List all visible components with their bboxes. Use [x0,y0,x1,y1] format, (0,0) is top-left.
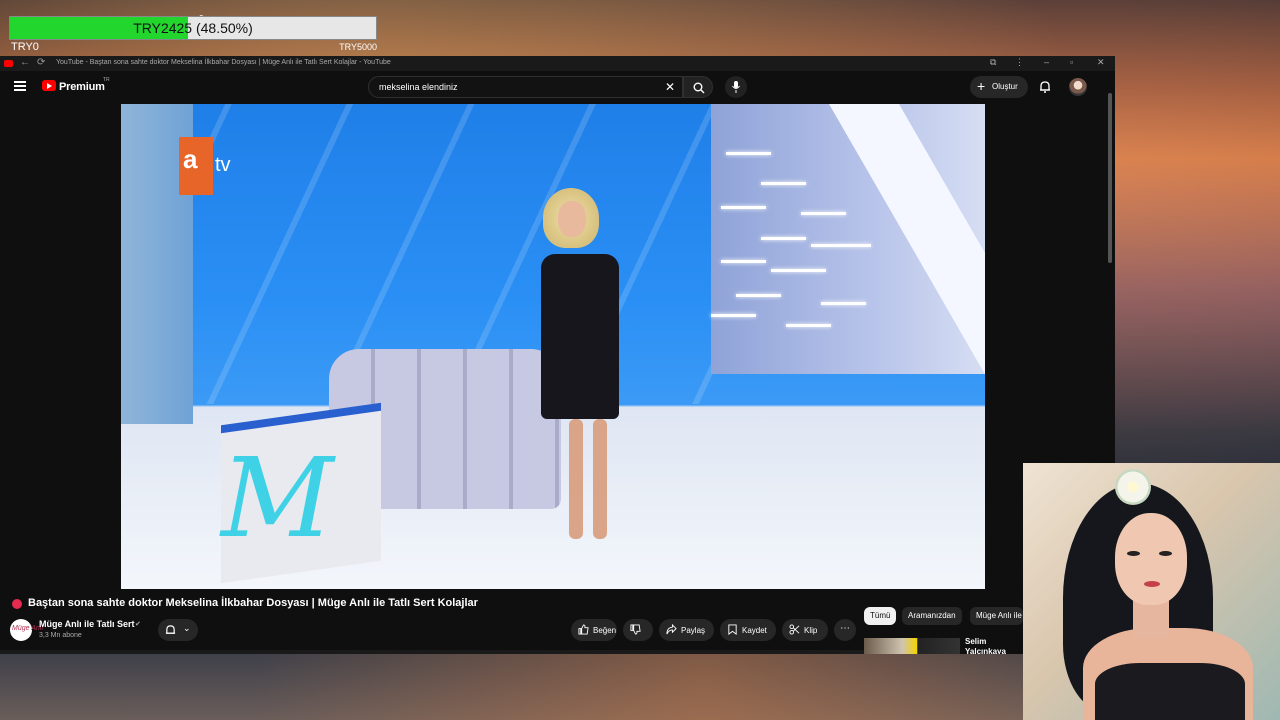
desk-logo-letter: M [221,434,334,562]
thumbs-up-icon [578,624,589,635]
presenter-face [558,201,586,237]
trophy-shelf [761,182,806,185]
clip-label: Klip [804,626,818,635]
scissors-icon [789,624,800,635]
recommended-video-thumbnail[interactable] [864,638,960,654]
search-button[interactable] [683,76,713,98]
donation-min-label: TRY0 [11,41,39,53]
bell-icon[interactable] [1039,80,1051,93]
browser-tab-title: YouTube - Baştan sona sahte doktor Mekse… [56,59,391,66]
atv-logo-tv: tv [215,154,231,176]
chevron-down-icon: ⌄ [183,623,191,633]
live-indicator-icon [12,599,22,609]
video-title: Baştan sona sahte doktor Mekselina İlkba… [28,597,478,609]
thumbs-down-icon [630,624,641,635]
mic-icon [732,81,740,93]
portrait-eye [1127,551,1140,556]
portrait-lips [1144,581,1160,587]
account-avatar[interactable] [1069,78,1087,96]
maximize-icon[interactable]: ▫ [1070,57,1073,67]
trophy-shelf [726,152,771,155]
search-input[interactable]: mekselina elendiniz [379,82,458,92]
dislike-button[interactable] [623,619,653,641]
portrait-overlay [1023,463,1280,720]
logo-text[interactable]: Premium [59,81,105,93]
share-icon [666,624,677,635]
verified-check-icon: ✔ [135,621,141,628]
close-icon[interactable]: ✕ [1097,57,1105,68]
trophy-shelf [721,260,766,263]
subscribed-notifications-button[interactable]: ⌄ [158,619,198,641]
share-button[interactable]: Paylaş [659,619,714,641]
search-box[interactable]: mekselina elendiniz ✕ [368,76,683,98]
voice-search-button[interactable] [725,76,747,98]
portrait-eye [1159,551,1172,556]
donation-amount: TRY2425 (48.50%) [133,20,253,36]
portrait-face [1115,513,1187,605]
video-player[interactable]: a tv M [121,104,985,589]
trophy-shelf [761,237,806,240]
minimize-icon[interactable]: – [1044,57,1049,67]
region-code: TR [103,77,110,83]
clip-button[interactable]: Klip [782,619,828,641]
trophy-shelf [711,314,756,317]
youtube-header: Premium TR mekselina elendiniz ✕ + Oluşt… [0,71,1115,104]
presenter-leg [593,419,607,539]
back-icon[interactable]: ← [20,57,30,68]
chip-from-search[interactable]: Aramanızdan [902,607,962,625]
trophy-shelf [771,269,826,272]
plus-icon: + [977,78,986,94]
like-button[interactable]: Beğen [571,619,617,641]
browser-menu-icon[interactable]: ⋮ [1015,57,1024,68]
create-button[interactable]: + Oluştur [970,76,1028,98]
save-label: Kaydet [742,626,767,635]
browser-window: ← ⟳ YouTube - Baştan sona sahte doktor M… [0,56,1115,654]
share-label: Paylaş [681,626,706,635]
clear-icon[interactable]: ✕ [665,80,675,94]
create-label: Oluştur [992,82,1018,91]
bell-icon [165,625,176,634]
page-bottom-edge [0,650,864,654]
donation-progress-track: TRY2425 (48.50%) [9,16,377,40]
extensions-icon[interactable]: ⧉ [990,57,996,68]
scrollbar-thumb[interactable] [1108,93,1112,263]
menu-icon[interactable] [14,81,26,91]
subscriber-count: 3,3 Mn abone [39,632,82,639]
recommended-video-title[interactable]: Selim Yalçınkaya mesajları yüzün [965,637,1023,654]
channel-name[interactable]: Müge Anlı ile Tatlı Sert [39,619,135,629]
youtube-logo-icon[interactable] [42,80,56,91]
search-icon [693,82,705,94]
trophy-shelf [736,294,781,297]
chip-all[interactable]: Tümü [864,607,897,625]
browser-titlebar: ← ⟳ YouTube - Baştan sona sahte doktor M… [0,56,1115,71]
trophy-shelf [821,302,866,305]
bookmark-icon [728,624,737,635]
youtube-favicon-icon [4,60,13,67]
portrait-dress [1095,663,1245,720]
like-label: Beğen [593,626,617,635]
trophy-shelf [786,324,831,327]
hair-flower-icon [1115,469,1151,505]
more-actions-button[interactable]: ⋯ [834,619,856,641]
trophy-shelf [721,206,766,209]
trophy-shelf [801,212,846,215]
trophy-shelf [811,244,871,247]
save-button[interactable]: Kaydet [720,619,776,641]
donation-goal-widget: ? TRY2425 (48.50%) TRY0 TRY5000 [9,14,377,56]
presenter-dress [541,254,619,419]
presenter-leg [569,419,583,539]
chip-channel[interactable]: Müge Anlı ile [970,607,1023,625]
reload-icon[interactable]: ⟳ [37,57,45,68]
donation-max-label: TRY5000 [339,42,377,52]
atv-logo-a: a [183,144,198,174]
